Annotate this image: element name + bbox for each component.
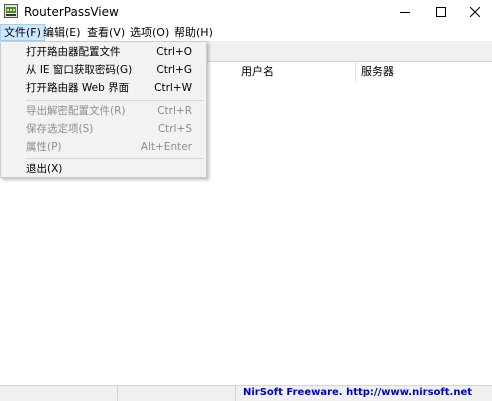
menu-item-shortcut: Ctrl+O	[156, 46, 192, 58]
maximize-button[interactable]	[424, 0, 458, 24]
menu-item-label: 保存选定项(S)	[26, 123, 94, 135]
router-key-icon	[4, 4, 18, 18]
column-header-server[interactable]: 服务器	[356, 62, 492, 82]
nirsoft-link[interactable]: NirSoft Freeware. http://www.nirsoft.net	[243, 387, 472, 398]
menu-item-shortcut: Ctrl+G	[156, 64, 192, 76]
menu-item-label: 属性(P)	[26, 141, 62, 153]
close-button[interactable]	[458, 0, 492, 24]
maximize-icon	[436, 7, 446, 17]
minimize-button[interactable]	[388, 0, 422, 24]
title-bar: RouterPassView	[0, 0, 492, 24]
status-bar: NirSoft Freeware. http://www.nirsoft.net	[0, 385, 492, 401]
menu-item-shortcut: Ctrl+S	[157, 123, 192, 135]
menu-bar: 文件(F) 编辑(E) 查看(V) 选项(O) 帮助(H)	[0, 24, 492, 41]
menu-help[interactable]: 帮助(H)	[171, 24, 216, 41]
menu-separator	[26, 158, 204, 159]
menu-item-exit[interactable]: 退出(X)	[1, 160, 206, 178]
menu-item-export-config[interactable]: 导出解密配置文件(R) Ctrl+R	[1, 102, 206, 120]
menu-item-shortcut: Ctrl+W	[154, 82, 192, 94]
menu-item-open-config[interactable]: 打开路由器配置文件 Ctrl+O	[1, 43, 206, 61]
menu-view[interactable]: 查看(V)	[84, 24, 128, 41]
close-icon	[470, 7, 480, 17]
menu-separator	[26, 100, 204, 101]
menu-edit[interactable]: 编辑(E)	[40, 24, 84, 41]
menu-item-open-web-ui[interactable]: 打开路由器 Web 界面 Ctrl+W	[1, 79, 206, 97]
file-menu-dropdown: 打开路由器配置文件 Ctrl+O 从 IE 窗口获取密码(G) Ctrl+G 打…	[0, 41, 207, 178]
window-title: RouterPassView	[24, 5, 119, 19]
menu-item-label: 打开路由器配置文件	[26, 46, 121, 58]
column-header-user[interactable]: 用户名	[236, 62, 356, 82]
menu-item-save-selected[interactable]: 保存选定项(S) Ctrl+S	[1, 120, 206, 138]
menu-item-label: 打开路由器 Web 界面	[26, 82, 130, 94]
status-cell-1	[0, 386, 118, 401]
minimize-icon	[400, 12, 410, 13]
menu-item-properties[interactable]: 属性(P) Alt+Enter	[1, 138, 206, 156]
menu-item-label: 导出解密配置文件(R)	[26, 105, 126, 117]
menu-item-shortcut: Ctrl+R	[157, 105, 192, 117]
menu-item-shortcut: Alt+Enter	[140, 141, 192, 153]
menu-item-label: 退出(X)	[26, 163, 63, 175]
menu-item-label: 从 IE 窗口获取密码(G)	[26, 64, 133, 76]
status-cell-2	[118, 386, 236, 401]
menu-options[interactable]: 选项(O)	[127, 24, 172, 41]
menu-item-get-ie-password[interactable]: 从 IE 窗口获取密码(G) Ctrl+G	[1, 61, 206, 79]
menu-file[interactable]: 文件(F)	[0, 24, 45, 41]
